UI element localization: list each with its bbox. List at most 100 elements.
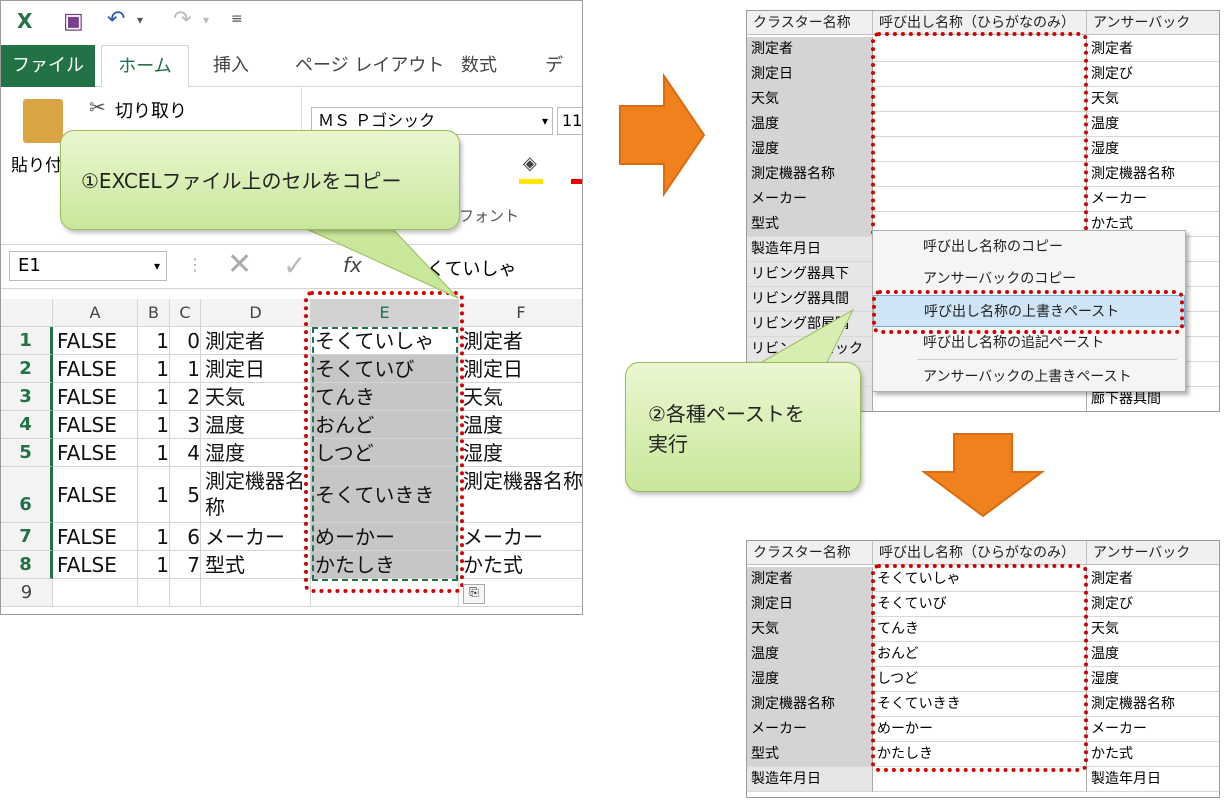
table-cell[interactable]: 温度 xyxy=(1087,642,1219,667)
row-header[interactable]: 8 xyxy=(1,551,53,579)
table-cell[interactable]: 型式 xyxy=(747,212,873,237)
table-cell[interactable]: 測定機器名称 xyxy=(747,692,873,717)
table-cell[interactable]: 温度 xyxy=(747,642,873,667)
table-cell[interactable]: 湿度 xyxy=(1087,137,1219,162)
row-header[interactable]: 3 xyxy=(1,383,53,411)
table-cell[interactable]: FALSE xyxy=(53,355,138,383)
table-cell[interactable]: 1 xyxy=(138,327,170,355)
table-cell[interactable]: 1 xyxy=(138,523,170,551)
table-cell[interactable]: 型式 xyxy=(201,551,311,579)
table-cell[interactable]: 測定日 xyxy=(201,355,311,383)
table-cell[interactable]: 3 xyxy=(170,411,201,439)
paste-options-icon[interactable]: ⎘ xyxy=(463,584,485,604)
column-header[interactable]: D xyxy=(201,299,311,327)
row-header[interactable]: 5 xyxy=(1,439,53,467)
table-cell[interactable]: 天気 xyxy=(459,383,582,411)
table-cell[interactable]: 測定機器名称 xyxy=(1087,162,1219,187)
paste-icon[interactable] xyxy=(23,99,63,143)
save-icon[interactable]: ▣ xyxy=(63,9,84,34)
table-cell[interactable]: 6 xyxy=(170,523,201,551)
table-cell[interactable]: 温度 xyxy=(1087,112,1219,137)
undo-icon[interactable]: ↶ xyxy=(107,7,125,32)
table-cell[interactable]: 1 xyxy=(138,355,170,383)
table-cell[interactable] xyxy=(138,579,170,607)
row-header[interactable]: 1 xyxy=(1,327,53,355)
table-cell[interactable]: 7 xyxy=(170,551,201,579)
table-cell[interactable]: 測定者 xyxy=(201,327,311,355)
redo-icon[interactable]: ↷ xyxy=(173,7,191,32)
table-cell[interactable]: 測定者 xyxy=(1087,37,1219,62)
table-cell[interactable]: FALSE xyxy=(53,411,138,439)
table-cell[interactable]: FALSE xyxy=(53,551,138,579)
table-cell[interactable]: 5 xyxy=(170,467,201,523)
table-cell[interactable]: 天気 xyxy=(747,87,873,112)
table-cell[interactable]: 天気 xyxy=(1087,617,1219,642)
table-cell[interactable]: メーカー xyxy=(747,717,873,742)
table-cell[interactable]: メーカー xyxy=(747,187,873,212)
table-cell[interactable]: 測定機器名称 xyxy=(201,467,311,523)
table-cell[interactable]: 1 xyxy=(138,439,170,467)
table-cell[interactable]: 測定日 xyxy=(747,62,873,87)
table-cell[interactable]: 測定者 xyxy=(747,567,873,592)
table-cell[interactable]: 1 xyxy=(138,411,170,439)
table-cell[interactable]: 湿度 xyxy=(747,667,873,692)
cut-icon[interactable]: ✂ xyxy=(89,95,106,119)
table-cell[interactable]: 型式 xyxy=(747,742,873,767)
table-cell[interactable]: メーカー xyxy=(1087,717,1219,742)
table-cell[interactable]: 温度 xyxy=(747,112,873,137)
table-cell[interactable]: 湿度 xyxy=(747,137,873,162)
table-cell[interactable]: 湿度 xyxy=(1087,667,1219,692)
table-cell[interactable]: リビング器具下 xyxy=(747,262,873,287)
table-cell[interactable]: 湿度 xyxy=(201,439,311,467)
table-cell[interactable]: メーカー xyxy=(1087,187,1219,212)
table-cell[interactable]: 4 xyxy=(170,439,201,467)
tab-insert[interactable]: 挿入 xyxy=(205,45,257,87)
table-cell[interactable]: 測定者 xyxy=(747,37,873,62)
table-cell[interactable]: 製造年月日 xyxy=(747,767,873,792)
redo-dropdown-icon[interactable]: ▾ xyxy=(203,13,209,27)
table-cell[interactable]: 天気 xyxy=(747,617,873,642)
column-header[interactable]: C xyxy=(170,299,201,327)
table-cell[interactable]: 製造年月日 xyxy=(1087,767,1219,792)
tab-page-layout[interactable]: ページ レイアウト xyxy=(287,45,452,87)
table-cell[interactable]: 測定び xyxy=(1087,62,1219,87)
table-cell[interactable]: 0 xyxy=(170,327,201,355)
tab-data[interactable]: デー xyxy=(537,45,582,118)
table-cell[interactable]: かた式 xyxy=(1087,742,1219,767)
customize-qat-icon[interactable]: ≡ xyxy=(231,11,243,27)
table-cell[interactable]: 測定者 xyxy=(459,327,582,355)
table-cell[interactable]: 測定日 xyxy=(459,355,582,383)
row-header[interactable]: 2 xyxy=(1,355,53,383)
table-cell[interactable]: 天気 xyxy=(1087,87,1219,112)
table-cell[interactable]: 湿度 xyxy=(459,439,582,467)
table-cell[interactable]: FALSE xyxy=(53,523,138,551)
table-cell[interactable]: FALSE xyxy=(53,383,138,411)
table-cell[interactable]: メーカー xyxy=(201,523,311,551)
tab-formulas[interactable]: 数式 xyxy=(453,45,505,87)
table-cell[interactable]: 1 xyxy=(138,467,170,523)
row-header[interactable]: 9 xyxy=(1,579,53,607)
tab-home[interactable]: ホーム xyxy=(101,45,189,88)
table-cell[interactable]: 測定者 xyxy=(1087,567,1219,592)
table-cell[interactable] xyxy=(170,579,201,607)
table-cell[interactable]: 測定日 xyxy=(747,592,873,617)
table-cell[interactable]: 測定機器名称 xyxy=(459,467,582,523)
table-cell[interactable]: 測定機器名称 xyxy=(1087,692,1219,717)
table-cell[interactable]: 測定機器名称 xyxy=(747,162,873,187)
table-cell[interactable]: 2 xyxy=(170,383,201,411)
cut-button[interactable]: 切り取り xyxy=(115,97,187,123)
table-cell[interactable]: 1 xyxy=(138,383,170,411)
table-cell[interactable]: FALSE xyxy=(53,439,138,467)
table-cell[interactable]: FALSE xyxy=(53,467,138,523)
column-header[interactable]: B xyxy=(138,299,170,327)
menu-item-copy-call-name[interactable]: 呼び出し名称のコピー xyxy=(873,231,1185,263)
row-header[interactable]: 4 xyxy=(1,411,53,439)
table-cell[interactable]: 天気 xyxy=(201,383,311,411)
table-cell[interactable]: 温度 xyxy=(459,411,582,439)
paste-button[interactable]: 貼り付 xyxy=(11,151,62,176)
table-cell[interactable]: FALSE xyxy=(53,327,138,355)
table-cell[interactable]: 製造年月日 xyxy=(747,237,873,262)
tab-file[interactable]: ファイル xyxy=(1,45,95,87)
row-header[interactable]: 6 xyxy=(1,467,53,523)
select-all-corner[interactable] xyxy=(1,299,53,327)
